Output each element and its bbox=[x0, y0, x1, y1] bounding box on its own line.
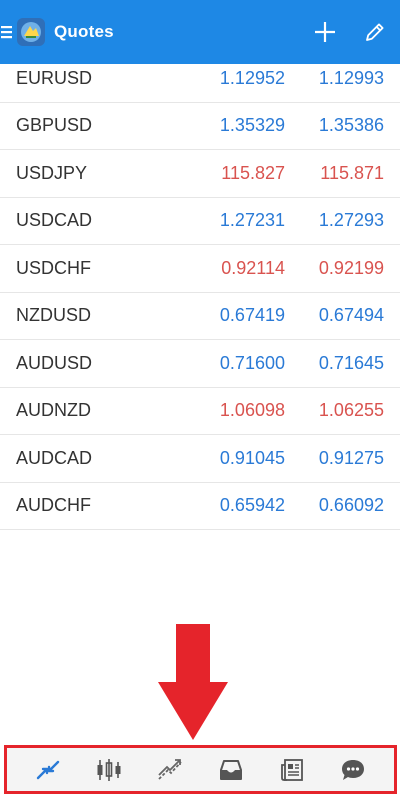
quote-row[interactable]: NZDUSD 0.67419 0.67494 bbox=[0, 293, 400, 340]
quote-row[interactable]: EURUSD 1.12952 1.12993 bbox=[0, 55, 400, 103]
ask-price: 1.27293 bbox=[318, 210, 384, 231]
bid-price: 0.91045 bbox=[219, 447, 285, 468]
pencil-icon bbox=[366, 23, 384, 41]
ask-price: 0.67494 bbox=[318, 305, 384, 326]
bid-price: 1.06098 bbox=[219, 400, 285, 421]
ask-price: 1.12993 bbox=[318, 67, 384, 88]
trade-icon bbox=[158, 758, 182, 780]
quote-row[interactable]: AUDNZD 1.06098 1.06255 bbox=[0, 388, 400, 435]
bid-price: 1.27231 bbox=[219, 210, 285, 231]
nav-history[interactable] bbox=[211, 750, 251, 790]
quote-row[interactable]: GBPUSD 1.35329 1.35386 bbox=[0, 103, 400, 150]
bid-price: 0.67419 bbox=[219, 305, 285, 326]
quote-row[interactable]: USDCAD 1.27231 1.27293 bbox=[0, 198, 400, 245]
bid-price: 0.65942 bbox=[219, 495, 285, 516]
nav-quotes[interactable] bbox=[28, 750, 68, 790]
quote-row[interactable]: AUDCHF 0.65942 0.66092 bbox=[0, 483, 400, 530]
quote-row[interactable]: AUDUSD 0.71600 0.71645 bbox=[0, 340, 400, 388]
history-icon bbox=[220, 759, 243, 780]
ask-price: 1.06255 bbox=[318, 400, 384, 421]
quote-row[interactable]: AUDCAD 0.91045 0.91275 bbox=[0, 435, 400, 483]
symbol-name: NZDUSD bbox=[16, 305, 91, 326]
symbol-name: USDCHF bbox=[16, 257, 91, 278]
red-arrow-annotation bbox=[158, 624, 228, 740]
ask-price: 1.35386 bbox=[318, 115, 384, 136]
page-title: Quotes bbox=[54, 22, 114, 41]
menu-icon bbox=[1, 26, 12, 39]
symbol-name: USDJPY bbox=[16, 162, 88, 183]
quote-row[interactable]: USDCHF 0.92114 0.92199 bbox=[0, 245, 400, 293]
nav-news[interactable] bbox=[272, 750, 312, 790]
chart-icon bbox=[97, 758, 121, 781]
symbol-name: AUDUSD bbox=[16, 352, 93, 373]
symbol-name: AUDCAD bbox=[16, 447, 93, 468]
symbol-name: USDCAD bbox=[16, 210, 93, 231]
ask-price: 0.71645 bbox=[318, 352, 384, 373]
app-logo-icon bbox=[16, 17, 46, 47]
quotes-icon bbox=[36, 760, 59, 779]
ask-price: 0.66092 bbox=[318, 495, 384, 516]
symbol-name: AUDCHF bbox=[16, 495, 91, 516]
symbol-name: AUDNZD bbox=[16, 400, 91, 421]
bid-price: 0.92114 bbox=[221, 257, 285, 278]
symbol-name: EURUSD bbox=[16, 67, 93, 88]
bid-price: 115.827 bbox=[221, 162, 285, 183]
news-icon bbox=[281, 758, 304, 781]
symbol-name: GBPUSD bbox=[16, 115, 93, 136]
ask-price: 0.92199 bbox=[318, 257, 384, 278]
messages-icon bbox=[342, 759, 365, 780]
plus-icon bbox=[315, 22, 335, 42]
bid-price: 0.71600 bbox=[219, 352, 285, 373]
nav-trade[interactable] bbox=[150, 750, 190, 790]
nav-messages[interactable] bbox=[333, 750, 373, 790]
ask-price: 115.871 bbox=[320, 162, 384, 183]
bottom-navigation bbox=[4, 745, 397, 794]
bid-price: 1.35329 bbox=[219, 115, 285, 136]
bid-price: 1.12952 bbox=[219, 67, 285, 88]
nav-chart[interactable] bbox=[89, 750, 129, 790]
quote-row[interactable]: USDJPY 115.827 115.871 bbox=[0, 150, 400, 198]
quotes-list: EURUSD 1.12952 1.12993 GBPUSD 1.35329 1.35386… bbox=[0, 55, 400, 530]
ask-price: 0.91275 bbox=[318, 447, 384, 468]
